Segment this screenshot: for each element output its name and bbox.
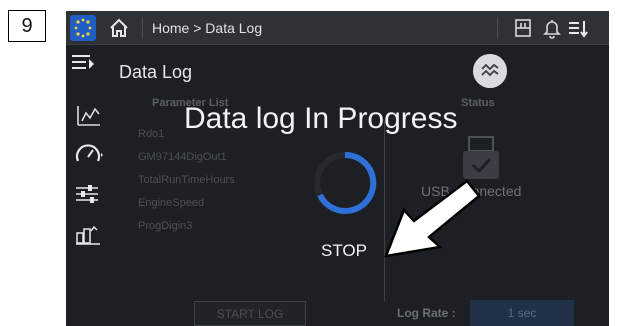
top-bar: Home > Data Log xyxy=(66,11,609,45)
device-screen: Home > Data Log Data Log Parameter List … xyxy=(66,11,609,326)
gauge-nav-icon[interactable] xyxy=(74,141,104,167)
divider xyxy=(142,17,143,39)
page-header: Data Log xyxy=(66,44,609,88)
stop-button[interactable]: STOP xyxy=(321,241,367,261)
divider xyxy=(384,121,385,301)
brand-dots-icon[interactable] xyxy=(70,15,96,41)
datalog-nav-icon[interactable] xyxy=(74,103,104,129)
settings-sliders-nav-icon[interactable] xyxy=(74,181,104,207)
progress-message: Data log In Progress xyxy=(184,102,458,135)
page-title: Data Log xyxy=(119,62,193,82)
step-number-label: 9 xyxy=(8,10,46,42)
bell-icon[interactable] xyxy=(541,17,563,39)
parameter-item: Rdo1 xyxy=(138,128,165,140)
divider xyxy=(497,17,498,39)
parameter-item: GM97144DigOut1 xyxy=(138,151,227,163)
log-rate-label: Log Rate : xyxy=(397,306,456,320)
breadcrumb[interactable]: Home > Data Log xyxy=(152,20,262,36)
start-log-button[interactable]: START LOG xyxy=(194,301,306,326)
sort-icon[interactable] xyxy=(567,17,589,39)
chart-nav-icon[interactable] xyxy=(74,221,104,247)
parameter-item: ProgDigin3 xyxy=(138,220,193,232)
printer-icon[interactable] xyxy=(512,17,534,39)
parameter-item: TotalRunTimeHours xyxy=(138,174,235,186)
parameter-item: EngineSpeed xyxy=(138,197,205,209)
status-header: Status xyxy=(461,97,495,109)
home-icon[interactable] xyxy=(108,17,130,39)
usb-drive-icon xyxy=(463,136,499,179)
trend-icon[interactable] xyxy=(473,54,507,88)
usb-status-text: USB Connected xyxy=(421,183,522,199)
progress-spinner-icon xyxy=(314,151,377,214)
menu-icon[interactable] xyxy=(70,52,96,74)
log-rate-field[interactable]: 1 sec xyxy=(470,300,574,326)
